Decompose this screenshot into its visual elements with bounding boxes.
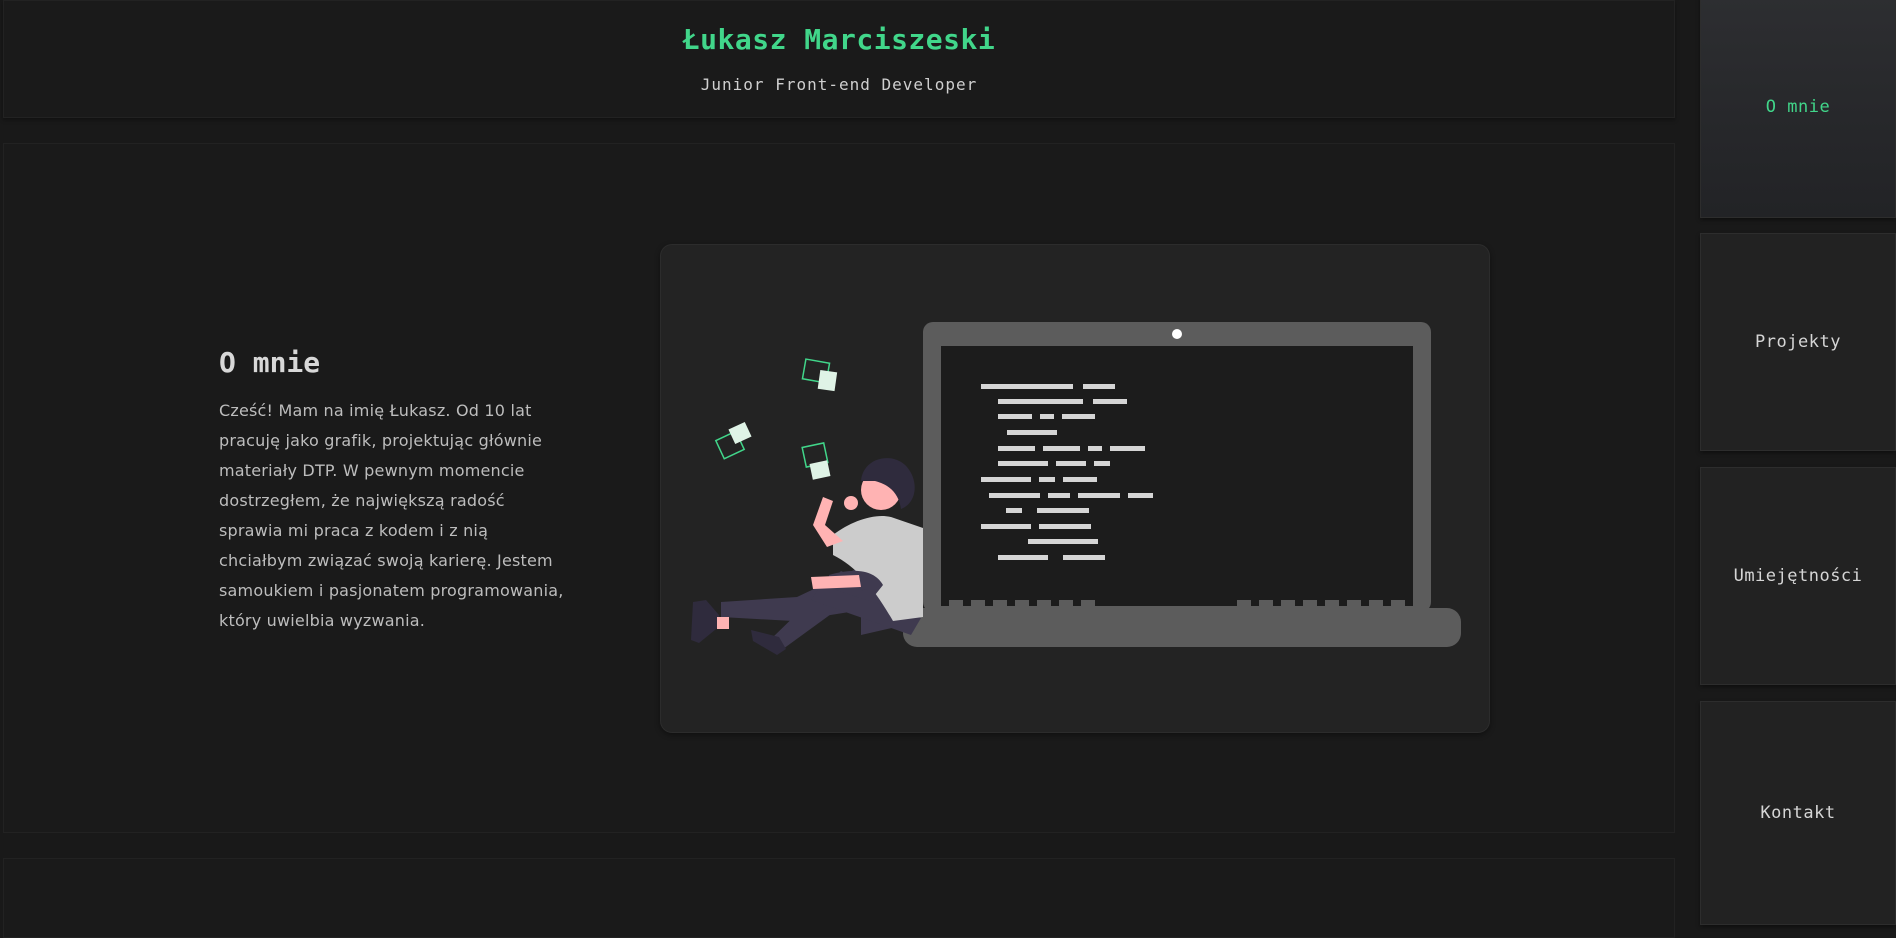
illustration-card xyxy=(660,244,1490,733)
nav-item-projects[interactable]: Projekty xyxy=(1700,233,1896,451)
nav-item-about[interactable]: O mnie xyxy=(1700,0,1896,218)
about-text: Cześć! Mam na imię Łukasz. Od 10 lat pra… xyxy=(219,401,564,630)
about-heading: O mnie xyxy=(219,346,321,379)
about-section: O mnie Cześć! Mam na imię Łukasz. Od 10 … xyxy=(3,143,1675,833)
main-content: Łukasz Marciszeski Junior Front-end Deve… xyxy=(3,0,1675,938)
nav-item-skills[interactable]: Umiejętności xyxy=(1700,467,1896,685)
projects-section-preview xyxy=(3,858,1675,938)
nav-item-contact[interactable]: Kontakt xyxy=(1700,701,1896,925)
site-subtitle: Junior Front-end Developer xyxy=(700,75,978,94)
site-header: Łukasz Marciszeski Junior Front-end Deve… xyxy=(3,0,1675,118)
site-title: Łukasz Marciszeski xyxy=(682,23,996,56)
programmer-with-laptop-illustration xyxy=(691,322,1461,655)
side-navigation: O mnie Projekty Umiejętności Kontakt xyxy=(1700,0,1896,925)
